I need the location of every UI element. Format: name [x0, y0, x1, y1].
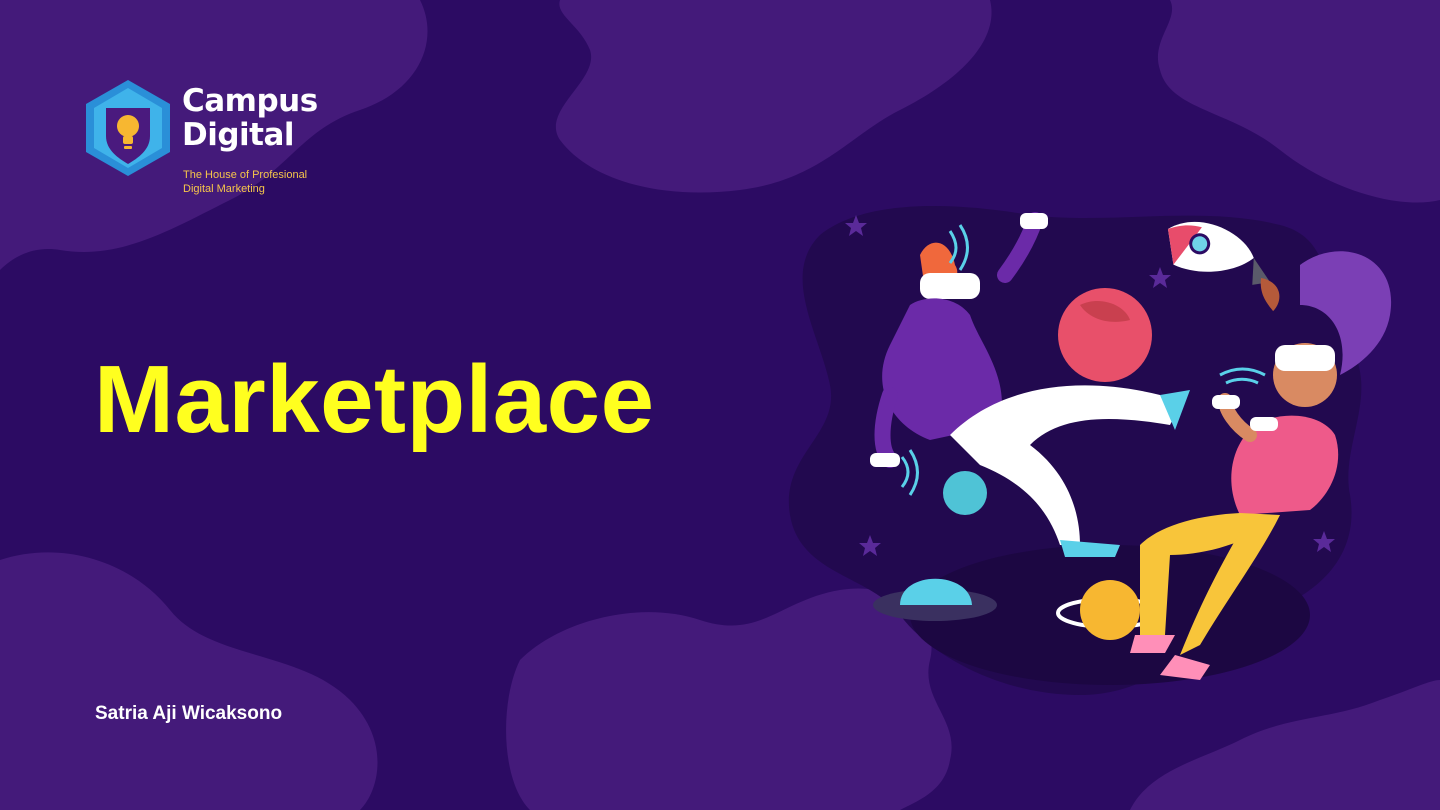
teal-planet [943, 471, 987, 515]
logo-name-line1: Campus [182, 83, 318, 119]
logo-tagline-line2: Digital Marketing [183, 183, 265, 195]
logo-tagline-line1: The House of Profesional [183, 169, 308, 181]
author-name: Satria Aji Wicaksono [95, 703, 283, 724]
logo-tagline: The House of Profesional Digital Marketi… [183, 168, 343, 196]
logo-name-line2: Digital [182, 117, 295, 153]
logo: Campus Digital The House of Profesional … [82, 78, 342, 202]
lightbulb-shield-icon [86, 80, 170, 176]
blob-top-center [555, 0, 992, 193]
logo-name: Campus Digital [182, 84, 352, 152]
slide: Campus Digital The House of Profesional … [0, 0, 1440, 810]
blob-bottom-left [0, 552, 378, 810]
ringed-planet [1080, 580, 1140, 640]
blob-top-right [1157, 0, 1440, 203]
slide-title: Marketplace [94, 346, 655, 453]
vr-space-illustration [788, 206, 1392, 695]
